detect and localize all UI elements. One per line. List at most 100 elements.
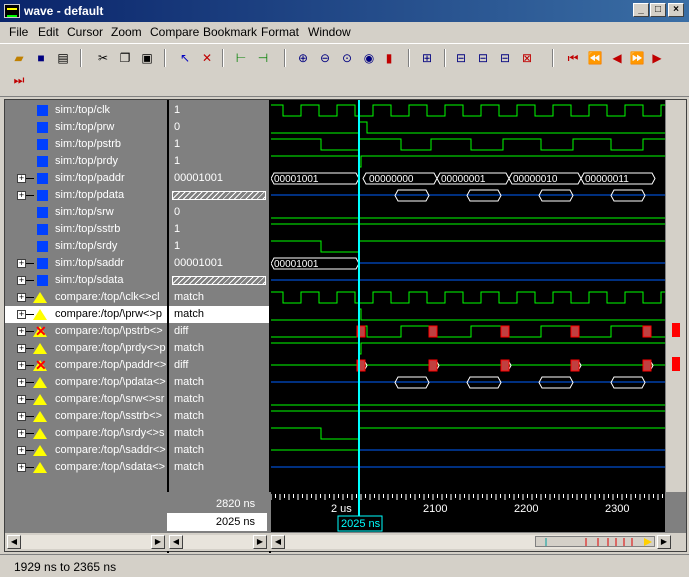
wave-scroll-left[interactable]: ◀ [271, 535, 285, 549]
signal-value-row[interactable]: 0 [169, 119, 269, 136]
menu-file[interactable]: File [9, 25, 28, 39]
name-scroll-right[interactable]: ▶ [151, 535, 165, 549]
diff-highlight[interactable] [642, 325, 652, 338]
signal-row[interactable]: sim:/top/srdy [5, 238, 167, 255]
signal-row[interactable]: + compare:/top/\clk<>cl [5, 289, 167, 306]
maximize-button[interactable]: □ [650, 3, 666, 17]
value-scroll-track[interactable] [183, 535, 253, 549]
signal-value-row[interactable]: match [169, 340, 269, 357]
signal-value-row[interactable]: 00001001 [169, 255, 269, 272]
zoom-out-icon[interactable]: ⊖ [316, 49, 334, 67]
signal-value-row[interactable]: 00001001 [169, 170, 269, 187]
signal-row[interactable]: sim:/top/sstrb [5, 221, 167, 238]
signal-value-row[interactable]: match [169, 289, 269, 306]
signal-value-row[interactable] [169, 272, 269, 289]
signal-value-row[interactable]: diff [169, 323, 269, 340]
diff-highlight[interactable] [570, 359, 580, 372]
paste-icon[interactable]: ▣ [138, 49, 156, 67]
expand-icon[interactable]: + [17, 293, 26, 302]
signal-row[interactable]: + compare:/top/\prw<>p [5, 306, 167, 323]
expand-icon[interactable]: + [17, 395, 26, 404]
first-diff-icon[interactable]: ⏮ [564, 49, 582, 67]
diff-highlight[interactable] [428, 325, 438, 338]
signal-row[interactable]: sim:/top/srw [5, 204, 167, 221]
signal-row[interactable]: sim:/top/clk [5, 102, 167, 119]
find-next-edge-icon[interactable]: ⊣ [254, 49, 272, 67]
diff-highlight[interactable] [500, 359, 510, 372]
signal-value-row[interactable]: diff [169, 357, 269, 374]
find-prev-edge-icon[interactable]: ⊢ [232, 49, 250, 67]
signal-row[interactable]: + compare:/top/\sstrb<> [5, 408, 167, 425]
signal-value-row[interactable]: match [169, 306, 269, 323]
menu-format[interactable]: Format [261, 25, 299, 39]
signal-value-row[interactable]: 1 [169, 221, 269, 238]
name-scroll-left[interactable]: ◀ [7, 535, 21, 549]
expand-icon[interactable]: + [17, 361, 26, 370]
cut-icon[interactable]: ✂ [94, 49, 112, 67]
signal-row[interactable]: + compare:/top/\saddr<> [5, 442, 167, 459]
signal-row[interactable]: sim:/top/prdy [5, 153, 167, 170]
signal-row[interactable]: sim:/top/pstrb [5, 136, 167, 153]
menu-bookmark[interactable]: Bookmark [203, 25, 257, 39]
signal-row[interactable]: + ✕ compare:/top/\pstrb<> [5, 323, 167, 340]
insert-cursor-icon[interactable]: ⊞ [418, 49, 436, 67]
name-scroll-track[interactable] [21, 535, 151, 549]
compare-options-icon[interactable]: ⊟ [474, 49, 492, 67]
zoom-full-icon[interactable]: ⊙ [338, 49, 356, 67]
compare-end-icon[interactable]: ⊠ [518, 49, 536, 67]
menu-edit[interactable]: Edit [38, 25, 59, 39]
prev-anno-icon[interactable]: ◀ [608, 49, 626, 67]
menu-cursor[interactable]: Cursor [67, 25, 103, 39]
diff-marker[interactable] [672, 357, 680, 371]
save-icon[interactable]: ■ [32, 49, 50, 67]
wave-scroll-track[interactable] [285, 535, 657, 549]
wave-scroll-thumb[interactable] [535, 536, 655, 547]
signal-row[interactable]: + ✕ compare:/top/\paddr<> [5, 357, 167, 374]
delete-icon[interactable]: ✕ [198, 49, 216, 67]
signal-value-row[interactable]: 1 [169, 136, 269, 153]
diff-highlight[interactable] [500, 325, 510, 338]
menu-zoom[interactable]: Zoom [111, 25, 142, 39]
expand-icon[interactable]: + [17, 446, 26, 455]
cursor-time-box[interactable]: 2025 ns [167, 513, 267, 531]
signal-value-pane[interactable]: 1 0 1 1 00001001 0 1 1 00001001 match match diff mat… [169, 100, 269, 492]
signal-row[interactable]: + compare:/top/\pdata<> [5, 374, 167, 391]
zoom-in-icon[interactable]: ⊕ [294, 49, 312, 67]
expand-icon[interactable]: + [17, 310, 26, 319]
signal-row[interactable]: + sim:/top/paddr [5, 170, 167, 187]
zoom-cursor-icon[interactable]: ◉ [360, 49, 378, 67]
next-diff-icon[interactable]: ⏩ [628, 49, 646, 67]
signal-row[interactable]: + compare:/top/\sdata<> [5, 459, 167, 476]
value-scroll-right[interactable]: ▶ [253, 535, 267, 549]
open-icon[interactable]: ▰ [10, 49, 28, 67]
signal-row[interactable]: + compare:/top/\prdy<>p [5, 340, 167, 357]
expand-icon[interactable]: + [17, 463, 26, 472]
signal-row[interactable]: + sim:/top/sdata [5, 272, 167, 289]
stop-icon[interactable]: ▮ [380, 49, 398, 67]
wave-scroll-right[interactable]: ▶ [657, 535, 671, 549]
expand-icon[interactable]: + [17, 378, 26, 387]
close-button[interactable]: × [668, 3, 684, 17]
signal-name-pane[interactable]: sim:/top/clk sim:/top/prw sim:/top/pstrb si… [5, 100, 167, 492]
expand-icon[interactable]: + [17, 174, 26, 183]
expand-icon[interactable]: + [17, 344, 26, 353]
signal-value-row[interactable]: 1 [169, 153, 269, 170]
waveform-canvas[interactable]: 00001001 00000000 00000001 00000010 00000011… [271, 100, 665, 492]
signal-value-row[interactable]: match [169, 442, 269, 459]
next-anno-icon[interactable]: ▶ [648, 49, 666, 67]
signal-value-row[interactable]: 0 [169, 204, 269, 221]
signal-row[interactable]: + compare:/top/\srdy<>s [5, 425, 167, 442]
diff-marker[interactable] [672, 323, 680, 337]
menu-window[interactable]: Window [308, 25, 351, 39]
waveform-pane[interactable]: 00001001 00000000 00000001 00000010 00000011… [271, 100, 665, 492]
expand-icon[interactable]: + [17, 259, 26, 268]
wave-app-icon[interactable] [4, 4, 20, 18]
copy-icon[interactable]: ❐ [116, 49, 134, 67]
select-pointer-icon[interactable]: ↖ [176, 49, 194, 67]
signal-row[interactable]: sim:/top/prw [5, 119, 167, 136]
compare-start-icon[interactable]: ⊟ [452, 49, 470, 67]
signal-row[interactable]: + sim:/top/saddr [5, 255, 167, 272]
last-diff-icon[interactable]: ⏭ [10, 71, 28, 89]
signal-value-row[interactable]: match [169, 391, 269, 408]
diff-highlight[interactable] [428, 359, 438, 372]
